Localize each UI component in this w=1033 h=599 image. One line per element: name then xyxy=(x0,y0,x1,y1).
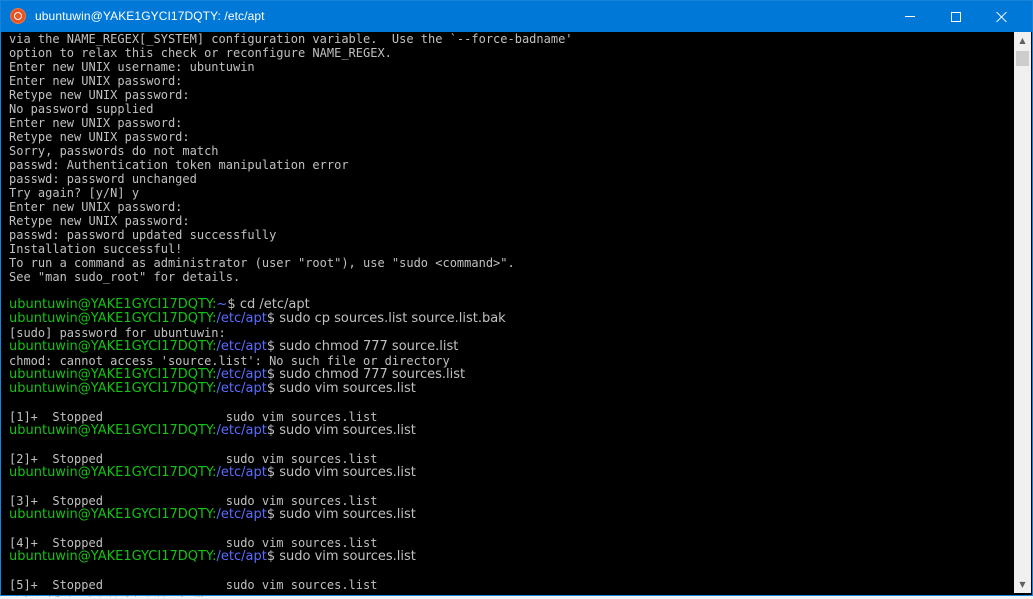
prompt-path: /etc/apt xyxy=(216,507,267,522)
terminal-output-line: chmod: cannot access 'source.list': No s… xyxy=(9,354,450,368)
title-bar[interactable]: ubuntuwin@YAKE1GYCI17DQTY: /etc/apt xyxy=(1,1,1032,32)
terminal-prompt-line: ubuntuwin@YAKE1GYCI17DQTY:/etc/apt$ sudo… xyxy=(9,466,1006,480)
terminal-prompt-line: ubuntuwin@YAKE1GYCI17DQTY:/etc/apt$ sudo… xyxy=(9,382,1006,396)
prompt-path: /etc/apt xyxy=(216,311,267,326)
close-button[interactable] xyxy=(979,1,1025,32)
terminal-output-line: [5]+ Stopped sudo vim sources.list xyxy=(9,578,378,592)
scroll-down-arrow-icon[interactable]: ▼ xyxy=(1014,576,1031,593)
terminal-prompt-line: ubuntuwin@YAKE1GYCI17DQTY:/etc/apt$ sudo… xyxy=(9,508,1006,522)
scrollbar-thumb[interactable] xyxy=(1016,51,1029,66)
prompt-command: $ sudo vim sources.list xyxy=(266,549,416,564)
terminal-output-line: Installation successful! xyxy=(9,242,183,256)
prompt-command: $ sudo vim sources.list xyxy=(266,507,416,522)
prompt-path: /etc/apt xyxy=(216,465,267,480)
maximize-button[interactable] xyxy=(933,1,979,32)
terminal-output-line: Retype new UNIX password: xyxy=(9,88,190,102)
prompt-user-host: ubuntuwin@YAKE1GYCI17DQTY: xyxy=(9,465,217,480)
terminal-prompt-line: ubuntuwin@YAKE1GYCI17DQTY:/etc/apt$ sudo… xyxy=(9,312,1006,326)
terminal-output-line: Enter new UNIX password: xyxy=(9,200,183,214)
terminal-output-line: To run a command as administrator (user … xyxy=(9,256,515,270)
terminal-output-line: No password supplied xyxy=(9,102,154,116)
terminal-output-line: Try again? [y/N] y xyxy=(9,186,140,200)
terminal-output-line: [2]+ Stopped sudo vim sources.list xyxy=(9,452,378,466)
prompt-user-host: ubuntuwin@YAKE1GYCI17DQTY: xyxy=(9,507,217,522)
vertical-scrollbar[interactable]: ▲ ▼ xyxy=(1014,32,1031,593)
prompt-user-host: ubuntuwin@YAKE1GYCI17DQTY: xyxy=(9,297,217,312)
prompt-user-host: ubuntuwin@YAKE1GYCI17DQTY: xyxy=(9,367,217,382)
scroll-up-arrow-icon[interactable]: ▲ xyxy=(1014,32,1031,49)
prompt-path: /etc/apt xyxy=(216,339,267,354)
terminal-prompt-line: ubuntuwin@YAKE1GYCI17DQTY:~$ cd /etc/apt xyxy=(9,298,1006,312)
prompt-user-host: ubuntuwin@YAKE1GYCI17DQTY: xyxy=(9,311,217,326)
terminal-output-line: [sudo] password for ubuntuwin: xyxy=(9,326,226,340)
terminal-output-line xyxy=(9,438,1006,452)
terminal-prompt-line: ubuntuwin@YAKE1GYCI17DQTY:/etc/apt$ sudo… xyxy=(9,424,1006,438)
terminal-output-line xyxy=(9,284,1006,298)
terminal-output-line: passwd: password unchanged xyxy=(9,172,197,186)
terminal-output-line xyxy=(9,522,1006,536)
terminal-output-line: via the NAME_REGEX[_SYSTEM] configuratio… xyxy=(9,32,573,46)
prompt-path: /etc/apt xyxy=(216,367,267,382)
terminal-output-line xyxy=(9,480,1006,494)
terminal-output-line: [3]+ Stopped sudo vim sources.list xyxy=(9,494,378,508)
terminal-output-line: Enter new UNIX username: ubuntuwin xyxy=(9,60,255,74)
minimize-icon xyxy=(905,16,915,17)
prompt-command: $ sudo vim sources.list xyxy=(266,423,416,438)
terminal-prompt-line: ubuntuwin@YAKE1GYCI17DQTY:/etc/apt$ sudo… xyxy=(9,368,1006,382)
prompt-user-host: ubuntuwin@YAKE1GYCI17DQTY: xyxy=(9,381,217,396)
maximize-icon xyxy=(951,11,961,22)
prompt-user-host: ubuntuwin@YAKE1GYCI17DQTY: xyxy=(9,549,217,564)
terminal-output-line xyxy=(9,396,1006,410)
prompt-command: $ sudo cp sources.list source.list.bak xyxy=(266,311,506,326)
terminal-output-line: See "man sudo_root" for details. xyxy=(9,270,241,284)
terminal-prompt-line: ubuntuwin@YAKE1GYCI17DQTY:/etc/apt$ sudo… xyxy=(9,340,1006,354)
window-title: ubuntuwin@YAKE1GYCI17DQTY: /etc/apt xyxy=(35,9,265,23)
terminal-output-line: Retype new UNIX password: xyxy=(9,214,190,228)
terminal-prompt-line: ubuntuwin@YAKE1GYCI17DQTY:/etc/apt$ sudo… xyxy=(9,550,1006,564)
prompt-command: $ sudo chmod 777 sources.list xyxy=(266,367,466,382)
terminal-output-line: [1]+ Stopped sudo vim sources.list xyxy=(9,410,378,424)
terminal-output-line: Retype new UNIX password: xyxy=(9,130,190,144)
terminal-output-line: passwd: password updated successfully xyxy=(9,228,277,242)
prompt-path: /etc/apt xyxy=(216,381,267,396)
terminal-output[interactable]: via the NAME_REGEX[_SYSTEM] configuratio… xyxy=(1,32,1006,593)
terminal-output-line xyxy=(9,564,1006,578)
terminal-output-line: option to relax this check or reconfigur… xyxy=(9,46,392,60)
terminal-output-line: Sorry, passwords do not match xyxy=(9,144,219,158)
close-icon xyxy=(996,11,1008,23)
terminal-output-line: [4]+ Stopped sudo vim sources.list xyxy=(9,536,378,550)
prompt-user-host: ubuntuwin@YAKE1GYCI17DQTY: xyxy=(9,339,217,354)
prompt-path: /etc/apt xyxy=(216,549,267,564)
prompt-user-host: ubuntuwin@YAKE1GYCI17DQTY: xyxy=(9,423,217,438)
prompt-path: ~ xyxy=(216,297,228,312)
terminal-output-line: passwd: Authentication token manipulatio… xyxy=(9,158,349,172)
terminal-window: ubuntuwin@YAKE1GYCI17DQTY: /etc/apt via … xyxy=(0,0,1033,596)
terminal-output-line: Enter new UNIX password: xyxy=(9,116,183,130)
prompt-command: $ sudo chmod 777 source.list xyxy=(266,339,459,354)
prompt-command: $ sudo vim sources.list xyxy=(266,381,416,396)
terminal-output-line: Enter new UNIX password: xyxy=(9,74,183,88)
terminal-lines: via the NAME_REGEX[_SYSTEM] configuratio… xyxy=(9,32,1006,592)
prompt-path: /etc/apt xyxy=(216,423,267,438)
prompt-command: $ sudo vim sources.list xyxy=(266,465,416,480)
prompt-command: $ cd /etc/apt xyxy=(227,297,310,312)
minimize-button[interactable] xyxy=(887,1,933,32)
ubuntu-icon xyxy=(10,8,26,24)
